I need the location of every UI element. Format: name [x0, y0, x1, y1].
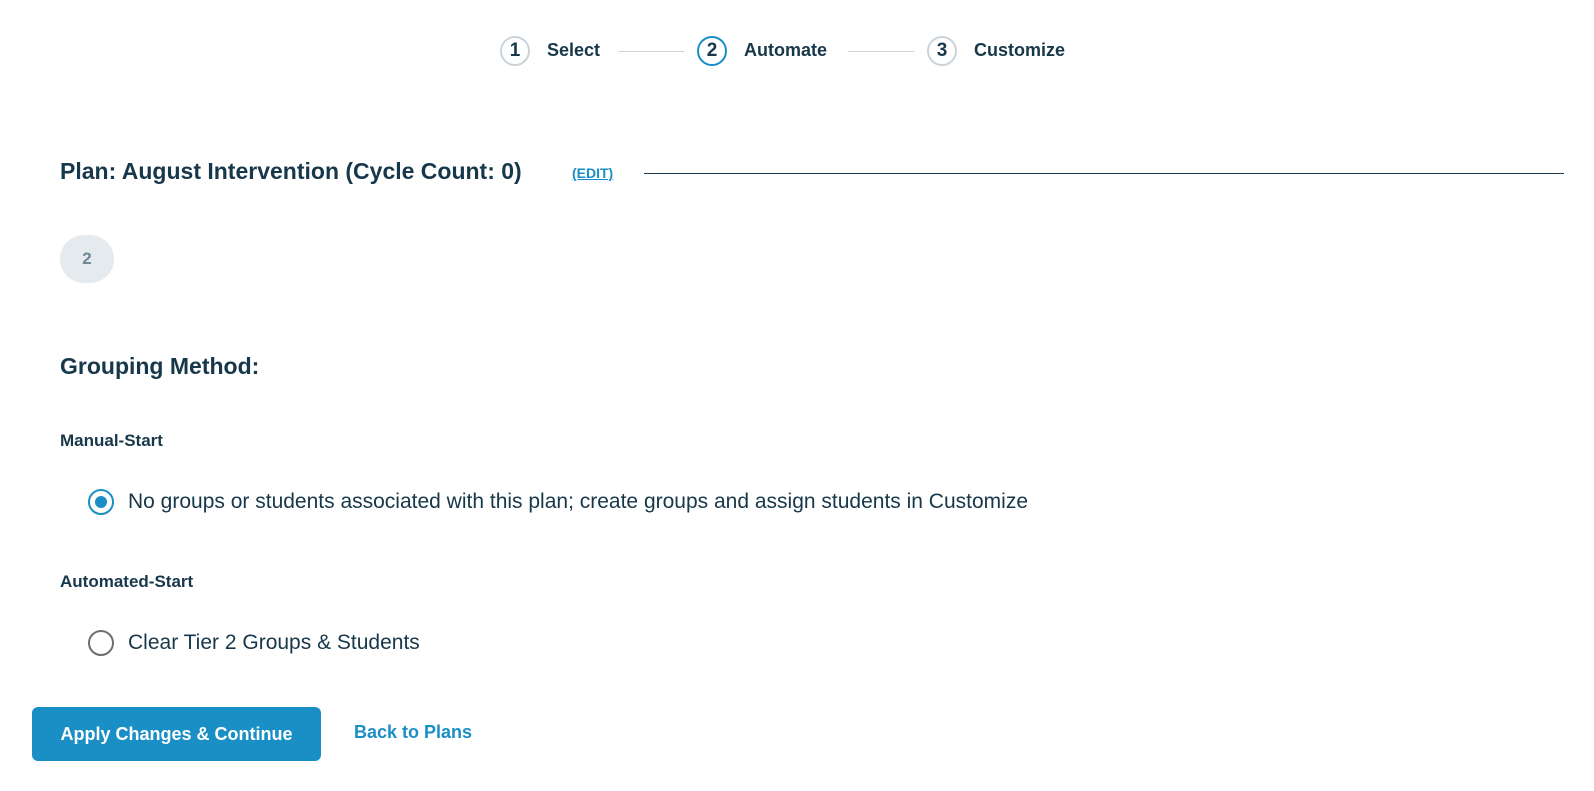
manual-start-radio[interactable]: [88, 489, 114, 515]
step-2-number[interactable]: 2: [697, 36, 727, 66]
step-connector: [848, 51, 914, 52]
step-connector: [618, 51, 684, 52]
back-to-plans-link[interactable]: Back to Plans: [354, 722, 472, 743]
grouping-method-title: Grouping Method:: [60, 353, 260, 379]
wizard-stepper: 1 Select 2 Automate 3 Customize: [0, 34, 1594, 70]
header-divider: [644, 173, 1564, 174]
clear-tier-groups-option-label: Clear Tier 2 Groups & Students: [128, 631, 420, 654]
step-1-number[interactable]: 1: [500, 36, 530, 66]
automated-start-heading: Automated-Start: [60, 572, 194, 591]
step-1-label[interactable]: Select: [547, 40, 600, 61]
edit-plan-link[interactable]: (EDIT): [572, 165, 613, 181]
plan-title: Plan: August Intervention (Cycle Count: …: [60, 158, 522, 184]
manual-start-heading: Manual-Start: [60, 431, 163, 450]
step-3-number[interactable]: 3: [927, 36, 957, 66]
step-3-label[interactable]: Customize: [974, 40, 1065, 61]
tier-badge[interactable]: 2: [60, 235, 114, 283]
manual-start-option[interactable]: No groups or students associated with th…: [88, 489, 1028, 515]
clear-tier-groups-radio[interactable]: [88, 630, 114, 656]
manual-start-option-label: No groups or students associated with th…: [128, 490, 1028, 513]
apply-changes-button[interactable]: Apply Changes & Continue: [32, 707, 321, 761]
plan-header: Plan: August Intervention (Cycle Count: …: [60, 155, 1564, 191]
clear-tier-groups-option[interactable]: Clear Tier 2 Groups & Students: [88, 630, 420, 656]
step-2-label[interactable]: Automate: [744, 40, 827, 61]
